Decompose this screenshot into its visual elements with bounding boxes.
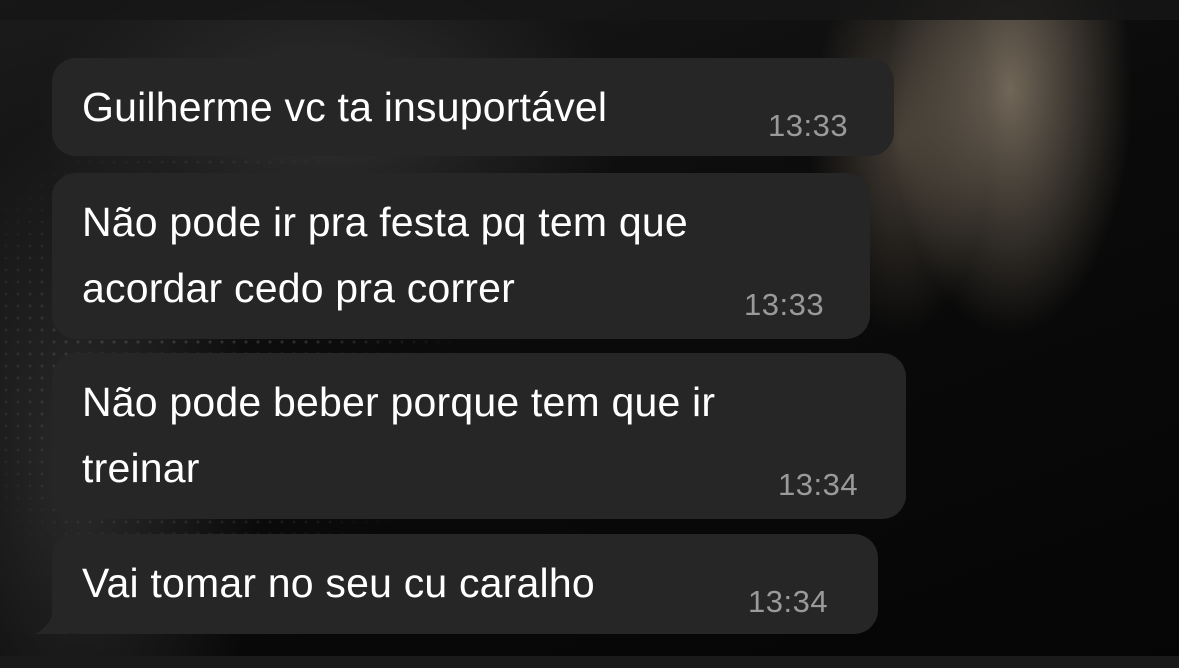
message-timestamp: 13:34 <box>778 467 859 502</box>
message-text: Guilherme vc ta insuportável <box>82 84 608 130</box>
message-bubble[interactable]: Não pode beber porque tem que ir treinar… <box>52 353 906 519</box>
message-bubble[interactable]: Guilherme vc ta insuportável 13:33 <box>52 58 894 156</box>
top-edge-bar <box>0 0 1179 20</box>
bottom-edge-bar <box>0 656 1179 668</box>
chat-view[interactable]: Guilherme vc ta insuportável 13:33 Não p… <box>0 0 1179 668</box>
message-timestamp: 13:34 <box>748 584 829 619</box>
message-text: Não pode ir pra festa pq tem que acordar… <box>82 199 688 311</box>
message-text: Vai tomar no seu cu caralho <box>82 560 595 606</box>
message-text: Não pode beber porque tem que ir treinar <box>82 379 716 491</box>
message-bubble[interactable]: Vai tomar no seu cu caralho 13:34 <box>52 534 878 634</box>
message-bubble[interactable]: Não pode ir pra festa pq tem que acordar… <box>52 173 870 339</box>
message-timestamp: 13:33 <box>768 108 849 143</box>
message-timestamp: 13:33 <box>744 287 825 322</box>
